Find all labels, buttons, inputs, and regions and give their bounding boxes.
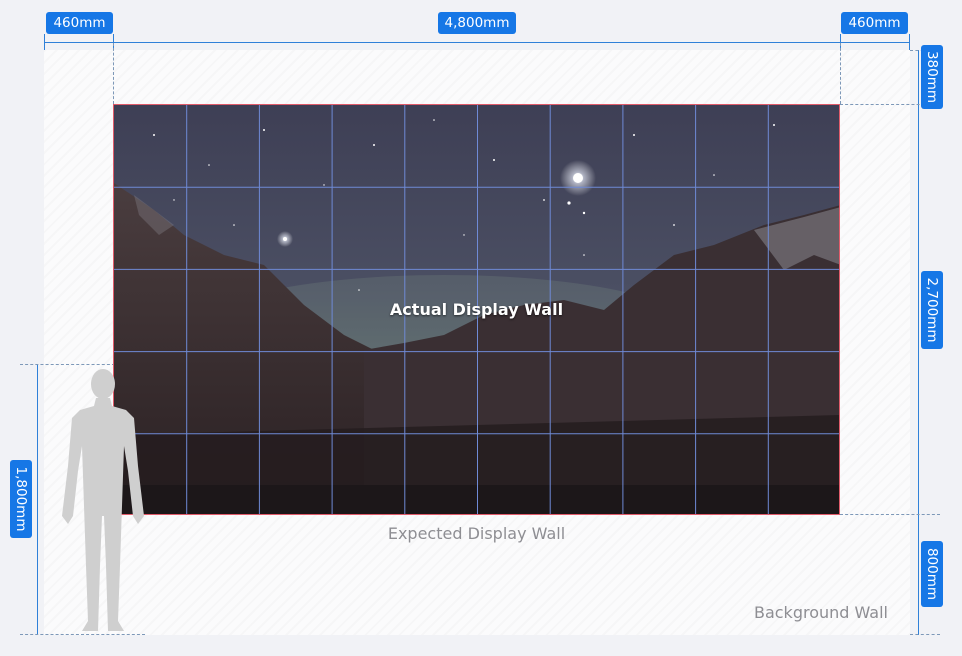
guide-display-left xyxy=(113,43,114,104)
human-silhouette-icon xyxy=(62,369,144,631)
guide-person-head xyxy=(20,364,115,365)
right-top-margin-text: 380mm xyxy=(924,50,940,104)
expected-display-wall-label: Expected Display Wall xyxy=(387,524,566,543)
top-left-margin-tag: 460mm xyxy=(46,12,113,34)
display-height-tag: 2,700mm xyxy=(921,271,943,349)
left-dimension-line xyxy=(37,365,38,635)
right-top-margin-tag: 380mm xyxy=(921,45,943,109)
top-dimension-line xyxy=(44,42,910,43)
background-wall-label: Background Wall xyxy=(753,603,888,622)
person-height-text: 1,800mm xyxy=(13,466,29,532)
right-dimension-line xyxy=(918,50,919,635)
actual-display-wall: Actual Display Wall xyxy=(113,104,840,515)
top-dimension-tick-right xyxy=(909,34,910,50)
guide-floor-right xyxy=(910,634,940,635)
right-bottom-margin-text: 800mm xyxy=(924,547,940,601)
top-dimension-tick-left xyxy=(44,34,45,50)
guide-display-bottom xyxy=(840,514,940,515)
right-bottom-margin-tag: 800mm xyxy=(921,541,943,607)
top-right-margin-tag: 460mm xyxy=(841,12,908,34)
person-height-tag: 1,800mm xyxy=(10,460,32,538)
display-height-text: 2,700mm xyxy=(924,277,940,343)
actual-display-wall-label: Actual Display Wall xyxy=(389,300,564,319)
display-width-tag: 4,800mm xyxy=(438,12,516,34)
guide-display-right xyxy=(840,43,841,104)
